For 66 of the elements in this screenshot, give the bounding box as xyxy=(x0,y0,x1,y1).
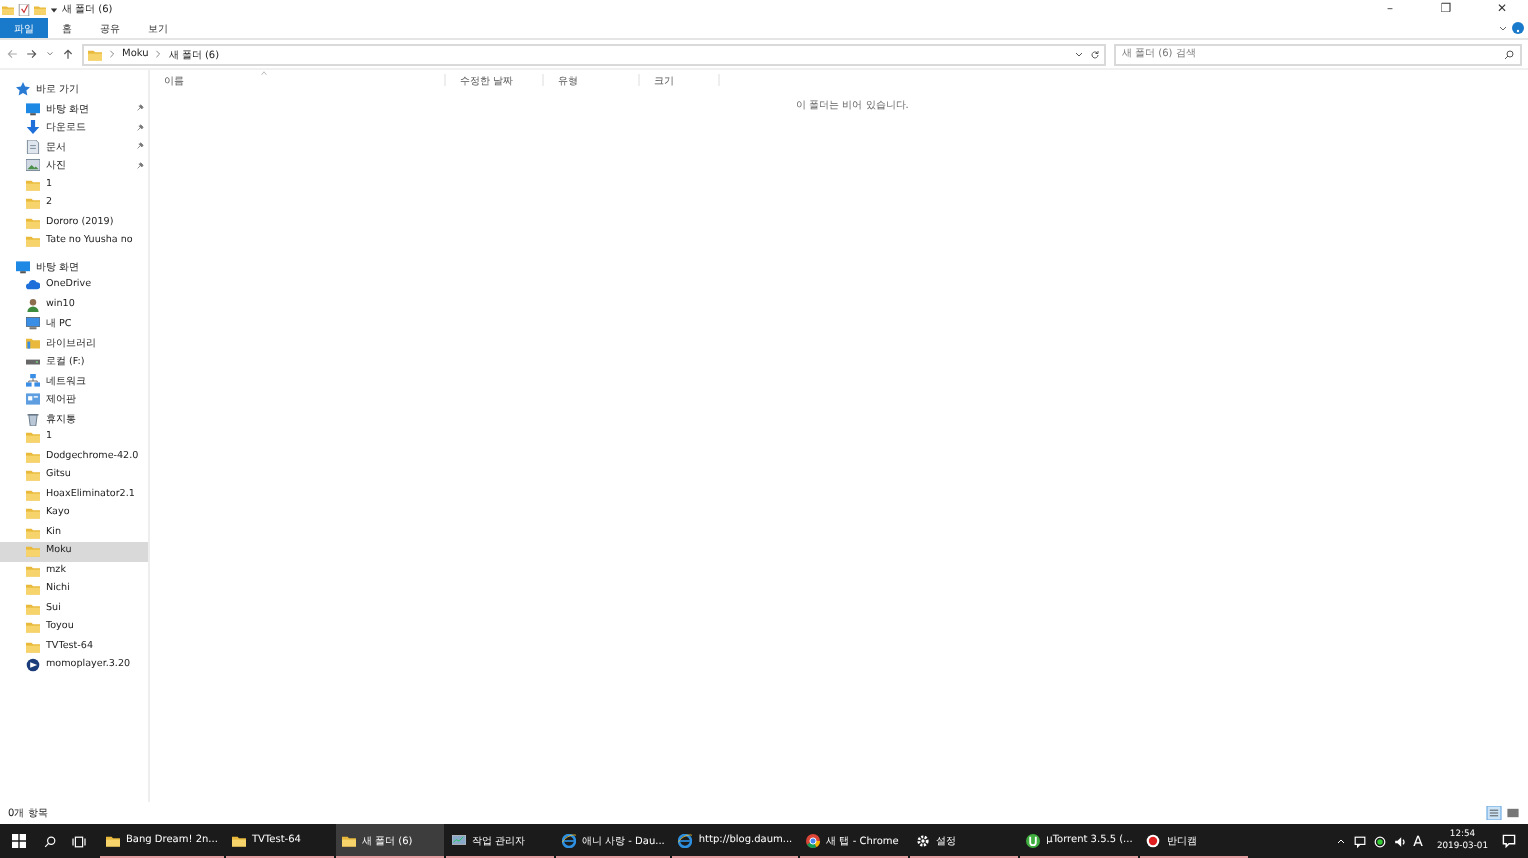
document-icon xyxy=(26,139,40,154)
details-view-icon[interactable] xyxy=(1486,806,1502,820)
folder-icon xyxy=(26,620,40,635)
folder-icon xyxy=(26,563,40,578)
help-icon[interactable] xyxy=(1512,22,1524,34)
dropdown-caret-icon[interactable] xyxy=(50,5,58,13)
pin-icon xyxy=(136,104,144,113)
pin-icon xyxy=(136,123,144,132)
folder-icon xyxy=(2,3,14,15)
windows-start-icon[interactable] xyxy=(11,834,25,848)
notification-icon[interactable] xyxy=(1502,834,1516,848)
speaker-icon[interactable] xyxy=(1393,835,1406,847)
browser-icon xyxy=(806,833,821,847)
folder-icon xyxy=(26,544,40,559)
forward-arrow-icon[interactable] xyxy=(26,48,38,60)
folder-icon xyxy=(26,601,40,616)
picture-icon xyxy=(26,158,40,173)
network-icon xyxy=(26,373,40,388)
folder-icon xyxy=(26,582,40,597)
folder-icon xyxy=(26,215,40,230)
search-icon xyxy=(1504,49,1514,59)
star-icon xyxy=(16,82,30,97)
search-icon[interactable] xyxy=(44,835,56,847)
folder-icon xyxy=(26,525,40,540)
folder-icon xyxy=(26,196,40,211)
up-arrow-icon[interactable] xyxy=(62,48,74,60)
folder-icon xyxy=(26,430,40,445)
folder-icon xyxy=(26,487,40,502)
down-arrow-icon xyxy=(26,120,40,135)
message-icon[interactable] xyxy=(1353,835,1366,847)
monitor-icon xyxy=(26,101,40,116)
record-icon xyxy=(1146,833,1161,847)
large-icons-view-icon[interactable] xyxy=(1506,806,1520,820)
folder-icon xyxy=(341,833,356,847)
folder-icon xyxy=(26,506,40,521)
pin-icon xyxy=(136,142,144,151)
drive-icon xyxy=(26,354,40,369)
folder-icon xyxy=(26,449,40,464)
status-circle-icon[interactable] xyxy=(1373,835,1386,847)
globe-icon xyxy=(561,833,576,847)
folder-icon xyxy=(26,234,40,249)
folder-icon xyxy=(26,468,40,483)
chevron-icon xyxy=(108,50,116,58)
gear-icon xyxy=(916,833,931,847)
cloud-icon xyxy=(26,278,40,293)
folder-icon xyxy=(26,177,40,192)
sort-caret-icon xyxy=(260,70,268,76)
folder-icon xyxy=(26,639,40,654)
control-panel-icon xyxy=(26,392,40,407)
torrent-icon xyxy=(1026,833,1041,847)
pin-icon xyxy=(136,161,144,170)
recycle-bin-icon xyxy=(26,411,40,426)
properties-icon[interactable] xyxy=(18,3,30,15)
person-icon xyxy=(26,297,40,312)
task-view-icon[interactable] xyxy=(71,835,85,847)
globe-icon xyxy=(678,833,693,847)
folder-icon xyxy=(88,47,102,61)
monitor-icon xyxy=(451,833,466,847)
refresh-icon[interactable] xyxy=(1090,49,1100,59)
app-icon xyxy=(26,658,40,673)
folder-icon xyxy=(231,833,246,847)
folder-icon xyxy=(106,833,120,847)
computer-icon xyxy=(26,316,40,331)
library-icon xyxy=(26,335,40,350)
recent-caret-icon[interactable] xyxy=(46,50,54,58)
monitor-icon xyxy=(16,259,30,274)
